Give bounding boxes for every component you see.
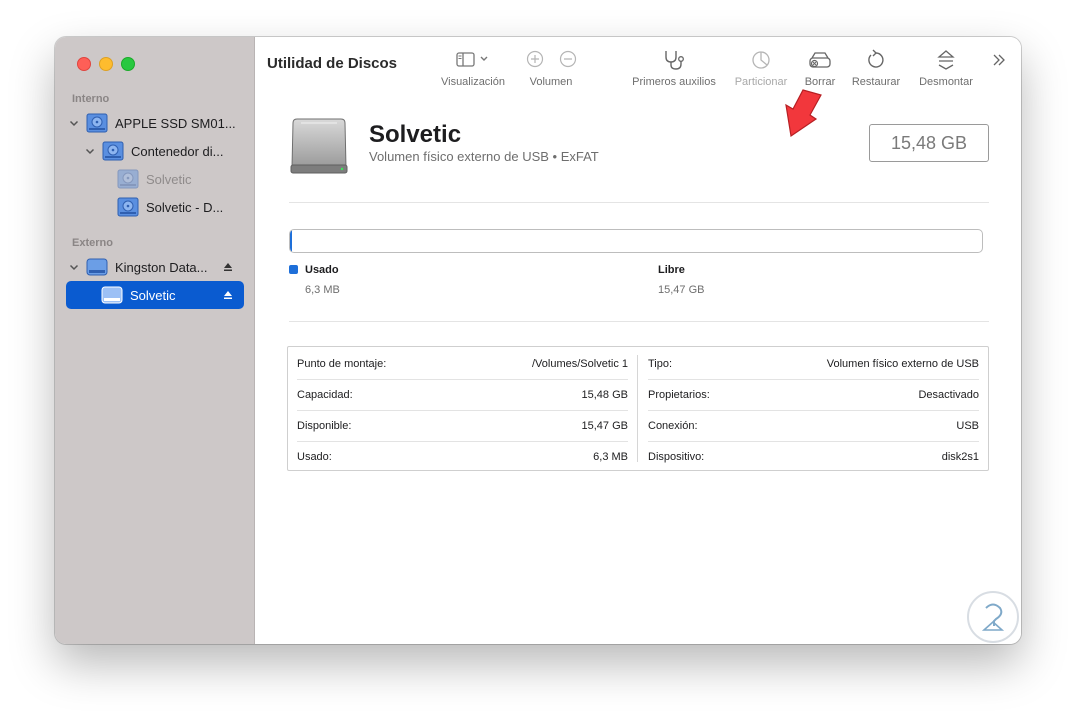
volume-subtitle: Volumen físico externo de USB • ExFAT	[369, 149, 599, 164]
eject-icon[interactable]	[223, 262, 233, 272]
info-value: 15,48 GB	[581, 388, 628, 401]
annotation-arrow-icon	[785, 89, 822, 138]
info-row-connection: Conexión: USB	[648, 410, 979, 442]
free-value: 15,47 GB	[658, 284, 705, 296]
sidebar-item-label: Solvetic	[130, 287, 176, 303]
sidebar-icon	[456, 52, 488, 67]
used-value: 6,3 MB	[305, 284, 340, 296]
free-label: Libre	[658, 264, 685, 276]
info-key: Capacidad:	[297, 388, 353, 401]
window-title: Utilidad de Discos	[267, 55, 398, 72]
container-disk-icon	[102, 141, 124, 161]
restore-button-label: Restaurar	[851, 76, 901, 88]
info-value: Volumen físico externo de USB	[826, 357, 979, 370]
info-row-mount-point: Punto de montaje: /Volumes/Solvetic 1	[297, 348, 628, 380]
volume-disk-icon	[117, 197, 139, 217]
chevron-down-icon[interactable]	[68, 117, 80, 129]
info-value: 15,47 GB	[581, 419, 628, 432]
volume-disk-icon	[117, 169, 139, 189]
divider	[289, 202, 989, 203]
watermark-logo-icon	[967, 591, 1019, 643]
external-volume-icon	[101, 286, 123, 304]
info-row-device: Dispositivo: disk2s1	[648, 441, 979, 472]
info-row-used: Usado: 6,3 MB	[297, 441, 628, 472]
erase-disk-icon	[809, 52, 831, 68]
info-row-owners: Propietarios: Desactivado	[648, 379, 979, 411]
sidebar-item-solvetic-external[interactable]: Solvetic	[101, 283, 221, 307]
chevron-double-right-icon[interactable]	[990, 51, 1008, 69]
pie-chart-icon	[752, 51, 770, 69]
info-key: Dispositivo:	[648, 450, 705, 463]
info-key: Disponible:	[297, 419, 352, 432]
first-aid-button-label: Primeros auxilios	[632, 76, 716, 88]
eject-icon[interactable]	[223, 290, 233, 300]
info-row-capacity: Capacidad: 15,48 GB	[297, 379, 628, 411]
erase-button[interactable]: Borrar	[800, 49, 840, 88]
sidebar-item-container[interactable]: Contenedor di...	[84, 139, 240, 163]
sidebar-section-external: Externo	[72, 237, 113, 249]
unmount-button[interactable]: Desmontar	[913, 49, 979, 88]
volume-info-table: Punto de montaje: /Volumes/Solvetic 1 Ca…	[287, 346, 989, 471]
sidebar-item-label: APPLE SSD SM01...	[115, 115, 236, 131]
sidebar: Interno APPLE SSD SM01... Contenedor di.…	[55, 37, 255, 644]
usage-bar	[289, 229, 983, 253]
main-pane: Utilidad de Discos Visualización Volumen…	[255, 37, 1021, 644]
eject-icon	[937, 50, 955, 70]
volume-name: Solvetic	[369, 121, 462, 148]
info-value: USB	[956, 419, 979, 432]
table-column-divider	[637, 355, 638, 462]
internal-disk-icon	[86, 113, 108, 133]
info-key: Conexión:	[648, 419, 698, 432]
sidebar-item-label: Contenedor di...	[131, 143, 224, 159]
info-value: 6,3 MB	[593, 450, 628, 463]
info-value: disk2s1	[941, 450, 979, 463]
info-key: Usado:	[297, 450, 332, 463]
volume-button[interactable]: Volumen	[521, 49, 581, 88]
info-key: Propietarios:	[648, 388, 710, 401]
divider	[289, 321, 989, 322]
info-key: Tipo:	[648, 357, 673, 370]
sidebar-item-apple-ssd[interactable]: APPLE SSD SM01...	[68, 111, 240, 135]
used-label: Usado	[305, 264, 339, 276]
disk-utility-window: Interno APPLE SSD SM01... Contenedor di.…	[55, 37, 1021, 644]
info-row-type: Tipo: Volumen físico externo de USB	[648, 348, 979, 380]
first-aid-button[interactable]: Primeros auxilios	[627, 49, 721, 88]
window-controls	[77, 57, 135, 71]
view-button-label: Visualización	[440, 76, 505, 88]
zoom-button[interactable]	[121, 57, 135, 71]
view-button[interactable]: Visualización	[437, 49, 509, 88]
partition-button[interactable]: Particionar	[730, 49, 792, 88]
used-color-swatch	[289, 265, 298, 274]
restore-button[interactable]: Restaurar	[848, 49, 904, 88]
close-button[interactable]	[77, 57, 91, 71]
minimize-button[interactable]	[99, 57, 113, 71]
chevron-down-icon[interactable]	[84, 145, 96, 157]
volume-capacity-box: 15,48 GB	[869, 124, 989, 162]
sidebar-item-label: Kingston Data...	[115, 259, 208, 275]
minus-circle-icon	[559, 50, 577, 68]
sidebar-item-solvetic-data[interactable]: Solvetic - D...	[117, 195, 240, 219]
unmount-button-label: Desmontar	[919, 76, 973, 88]
external-drive-icon	[290, 118, 348, 174]
sidebar-item-solvetic-internal[interactable]: Solvetic	[117, 167, 240, 191]
sidebar-item-label: Solvetic	[146, 171, 192, 187]
stethoscope-icon	[665, 51, 684, 70]
sidebar-section-internal: Interno	[72, 93, 110, 105]
info-value: Desactivado	[918, 388, 979, 401]
usage-bar-used-fill	[290, 230, 293, 252]
chevron-down-icon[interactable]	[68, 261, 80, 273]
volume-button-label: Volumen	[529, 76, 573, 88]
info-key: Punto de montaje:	[297, 357, 387, 370]
info-row-available: Disponible: 15,47 GB	[297, 410, 628, 442]
restore-icon	[868, 49, 884, 68]
info-value: /Volumes/Solvetic 1	[532, 357, 628, 370]
sidebar-item-label: Solvetic - D...	[146, 199, 224, 215]
volume-add-remove-icons	[526, 50, 577, 68]
sidebar-item-kingston[interactable]: Kingston Data...	[68, 255, 218, 279]
external-disk-icon	[86, 258, 108, 276]
plus-circle-icon	[526, 50, 544, 68]
